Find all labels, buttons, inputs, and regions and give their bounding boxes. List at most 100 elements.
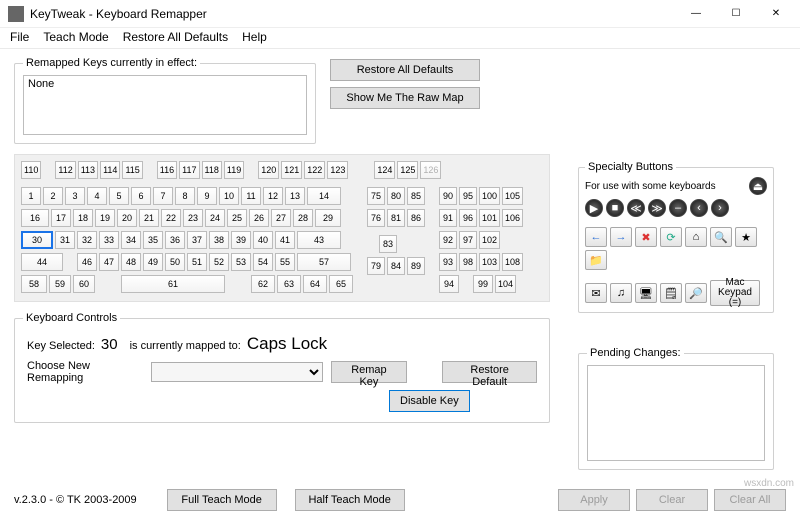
key-14[interactable]: 14 <box>307 187 341 205</box>
key-51[interactable]: 51 <box>187 253 207 271</box>
key-48[interactable]: 48 <box>121 253 141 271</box>
key-1[interactable]: 1 <box>21 187 41 205</box>
key-95[interactable]: 95 <box>459 187 477 205</box>
close-button[interactable]: ✕ <box>756 1 796 27</box>
key-46[interactable]: 46 <box>77 253 97 271</box>
show-raw-map-button[interactable]: Show Me The Raw Map <box>330 87 480 109</box>
key-27[interactable]: 27 <box>271 209 291 227</box>
key-83[interactable]: 83 <box>379 235 397 253</box>
media-eject-icon[interactable]: ⏏ <box>749 177 767 195</box>
key-57[interactable]: 57 <box>297 253 351 271</box>
restore-all-defaults-button[interactable]: Restore All Defaults <box>330 59 480 81</box>
pending-changes-list[interactable] <box>587 365 765 461</box>
key-19[interactable]: 19 <box>95 209 115 227</box>
key-28[interactable]: 28 <box>293 209 313 227</box>
key-117[interactable]: 117 <box>179 161 199 179</box>
key-9[interactable]: 9 <box>197 187 217 205</box>
key-126[interactable]: 126 <box>420 161 441 179</box>
maximize-button[interactable]: ☐ <box>716 1 756 27</box>
key-12[interactable]: 12 <box>263 187 283 205</box>
minimize-button[interactable]: — <box>676 1 716 27</box>
key-37[interactable]: 37 <box>187 231 207 249</box>
nav-forward-icon[interactable]: → <box>610 227 632 247</box>
key-99[interactable]: 99 <box>473 275 493 293</box>
key-104[interactable]: 104 <box>495 275 516 293</box>
key-31[interactable]: 31 <box>55 231 75 249</box>
key-63[interactable]: 63 <box>277 275 301 293</box>
mac-keypad-button[interactable]: Mac Keypad (=) <box>710 280 760 306</box>
key-79[interactable]: 79 <box>367 257 385 275</box>
key-22[interactable]: 22 <box>161 209 181 227</box>
full-teach-mode-button[interactable]: Full Teach Mode <box>167 489 277 511</box>
key-118[interactable]: 118 <box>202 161 222 179</box>
key-44[interactable]: 44 <box>21 253 63 271</box>
key-75[interactable]: 75 <box>367 187 385 205</box>
key-20[interactable]: 20 <box>117 209 137 227</box>
remap-key-button[interactable]: Remap Key <box>331 361 408 383</box>
key-115[interactable]: 115 <box>122 161 142 179</box>
key-34[interactable]: 34 <box>121 231 141 249</box>
key-60[interactable]: 60 <box>73 275 95 293</box>
key-90[interactable]: 90 <box>439 187 457 205</box>
key-5[interactable]: 5 <box>109 187 129 205</box>
nav-refresh-icon[interactable]: ⟳ <box>660 227 682 247</box>
app-calculator-icon[interactable]: 🗒 <box>660 283 682 303</box>
key-80[interactable]: 80 <box>387 187 405 205</box>
nav-folder-icon[interactable]: 📁 <box>585 250 607 270</box>
key-41[interactable]: 41 <box>275 231 295 249</box>
key-105[interactable]: 105 <box>502 187 523 205</box>
key-81[interactable]: 81 <box>387 209 405 227</box>
key-53[interactable]: 53 <box>231 253 251 271</box>
key-50[interactable]: 50 <box>165 253 185 271</box>
key-36[interactable]: 36 <box>165 231 185 249</box>
key-25[interactable]: 25 <box>227 209 247 227</box>
key-98[interactable]: 98 <box>459 253 477 271</box>
key-92[interactable]: 92 <box>439 231 457 249</box>
key-11[interactable]: 11 <box>241 187 261 205</box>
key-112[interactable]: 112 <box>55 161 75 179</box>
nav-favorites-icon[interactable]: ★ <box>735 227 757 247</box>
nav-stop-icon[interactable]: ✖ <box>635 227 657 247</box>
key-102[interactable]: 102 <box>479 231 500 249</box>
key-101[interactable]: 101 <box>479 209 500 227</box>
nav-home-icon[interactable]: ⌂ <box>685 227 707 247</box>
key-6[interactable]: 6 <box>131 187 151 205</box>
key-103[interactable]: 103 <box>479 253 500 271</box>
key-119[interactable]: 119 <box>224 161 244 179</box>
key-47[interactable]: 47 <box>99 253 119 271</box>
key-62[interactable]: 62 <box>251 275 275 293</box>
clear-button[interactable]: Clear <box>636 489 708 511</box>
key-59[interactable]: 59 <box>49 275 71 293</box>
key-33[interactable]: 33 <box>99 231 119 249</box>
key-32[interactable]: 32 <box>77 231 97 249</box>
key-121[interactable]: 121 <box>281 161 302 179</box>
key-110[interactable]: 110 <box>21 161 41 179</box>
key-84[interactable]: 84 <box>387 257 405 275</box>
media-rewind-icon[interactable]: ≪ <box>627 199 645 217</box>
app-computer-icon[interactable]: 🖥 <box>635 283 657 303</box>
media-vol-down-icon[interactable]: ‹ <box>690 199 708 217</box>
key-10[interactable]: 10 <box>219 187 239 205</box>
key-58[interactable]: 58 <box>21 275 47 293</box>
nav-search-icon[interactable]: 🔍 <box>710 227 732 247</box>
app-media-icon[interactable]: ♫ <box>610 283 632 303</box>
key-35[interactable]: 35 <box>143 231 163 249</box>
key-85[interactable]: 85 <box>407 187 425 205</box>
key-24[interactable]: 24 <box>205 209 225 227</box>
key-30[interactable]: 30 <box>21 231 53 249</box>
key-91[interactable]: 91 <box>439 209 457 227</box>
key-8[interactable]: 8 <box>175 187 195 205</box>
key-61[interactable]: 61 <box>121 275 225 293</box>
app-search-icon[interactable]: 🔎 <box>685 283 707 303</box>
key-122[interactable]: 122 <box>304 161 325 179</box>
key-123[interactable]: 123 <box>327 161 348 179</box>
key-55[interactable]: 55 <box>275 253 295 271</box>
key-18[interactable]: 18 <box>73 209 93 227</box>
key-38[interactable]: 38 <box>209 231 229 249</box>
key-4[interactable]: 4 <box>87 187 107 205</box>
key-40[interactable]: 40 <box>253 231 273 249</box>
key-2[interactable]: 2 <box>43 187 63 205</box>
key-54[interactable]: 54 <box>253 253 273 271</box>
key-89[interactable]: 89 <box>407 257 425 275</box>
clear-all-button[interactable]: Clear All <box>714 489 786 511</box>
